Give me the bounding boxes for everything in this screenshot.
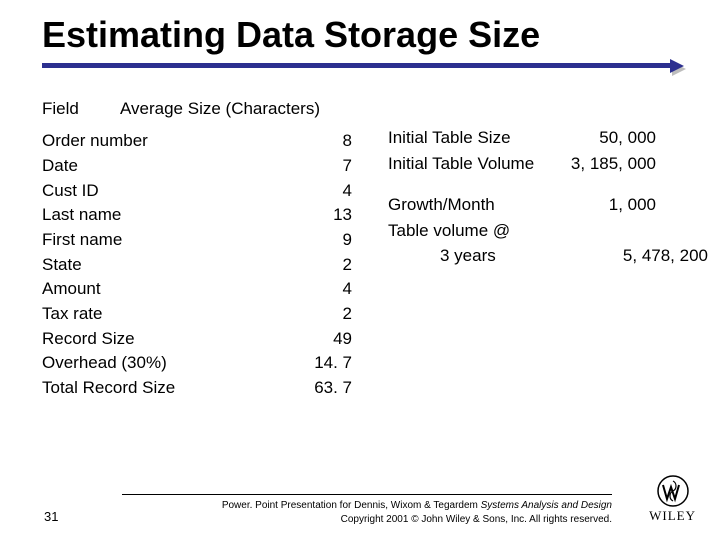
wiley-logo-icon — [657, 475, 689, 507]
field-value: 2 — [282, 253, 352, 278]
table-row: Date7 — [42, 154, 352, 179]
column-header-size: Average Size (Characters) — [120, 99, 320, 119]
summary-value: 50, 000 — [568, 125, 656, 151]
table-row: Order number8 — [42, 129, 352, 154]
field-label: Tax rate — [42, 302, 282, 327]
field-value: 14. 7 — [282, 351, 352, 376]
field-label: First name — [42, 228, 282, 253]
summary-label: Initial Table Volume — [388, 151, 568, 177]
field-value: 7 — [282, 154, 352, 179]
field-value: 63. 7 — [282, 376, 352, 401]
field-value: 8 — [282, 129, 352, 154]
field-value: 4 — [282, 277, 352, 302]
summary-label: Growth/Month — [388, 192, 568, 218]
footer-credit-line-1a: Power. Point Presentation for Dennis, Wi… — [222, 500, 481, 511]
footer: Power. Point Presentation for Dennis, Wi… — [0, 494, 720, 526]
footer-credit-line-1b: Systems Analysis and Design — [481, 500, 612, 511]
table-row: State2 — [42, 253, 352, 278]
arrow-right-icon — [670, 59, 684, 73]
field-value: 49 — [282, 327, 352, 352]
table-row: Cust ID4 — [42, 179, 352, 204]
field-label: Last name — [42, 203, 282, 228]
publisher-name: WILEY — [649, 508, 696, 524]
summary-label: 3 years — [388, 243, 620, 269]
summary-label: Initial Table Size — [388, 125, 568, 151]
field-value: 13 — [282, 203, 352, 228]
column-header-field: Field — [42, 99, 120, 119]
field-value: 4 — [282, 179, 352, 204]
table-row: Overhead (30%)14. 7 — [42, 351, 352, 376]
content-area: Field Average Size (Characters) Order nu… — [42, 99, 684, 400]
field-value: 2 — [282, 302, 352, 327]
table-row: Amount4 — [42, 277, 352, 302]
summary-row: Initial Table Volume3, 185, 000 — [388, 151, 708, 177]
table-row: Total Record Size63. 7 — [42, 376, 352, 401]
summary-value: 3, 185, 000 — [568, 151, 656, 177]
page-number: 31 — [44, 509, 58, 524]
field-label: Amount — [42, 277, 282, 302]
summary-table: Initial Table Size50, 000Initial Table V… — [388, 125, 708, 400]
field-value: 9 — [282, 228, 352, 253]
summary-row: Initial Table Size50, 000 — [388, 125, 708, 151]
table-row: Record Size49 — [42, 327, 352, 352]
field-label: Total Record Size — [42, 376, 282, 401]
summary-row: Table volume @ — [388, 218, 708, 244]
table-row: Tax rate2 — [42, 302, 352, 327]
summary-value: 1, 000 — [568, 192, 656, 218]
field-label: State — [42, 253, 282, 278]
summary-row: Growth/Month1, 000 — [388, 192, 708, 218]
field-label: Order number — [42, 129, 282, 154]
summary-value: 5, 478, 200 — [620, 243, 708, 269]
summary-label: Table volume @ — [388, 218, 568, 244]
summary-value — [568, 218, 656, 244]
table-row: First name9 — [42, 228, 352, 253]
field-label: Record Size — [42, 327, 282, 352]
summary-row: 3 years5, 478, 200 — [388, 243, 708, 269]
footer-credit-line-2: Copyright 2001 © John Wiley & Sons, Inc.… — [42, 513, 612, 527]
table-row: Last name13 — [42, 203, 352, 228]
field-label: Cust ID — [42, 179, 282, 204]
page-title: Estimating Data Storage Size — [42, 14, 684, 55]
field-label: Date — [42, 154, 282, 179]
title-underline — [42, 59, 684, 71]
field-label: Overhead (30%) — [42, 351, 282, 376]
field-table: Field Average Size (Characters) Order nu… — [42, 99, 352, 400]
publisher-logo: WILEY — [649, 475, 696, 524]
